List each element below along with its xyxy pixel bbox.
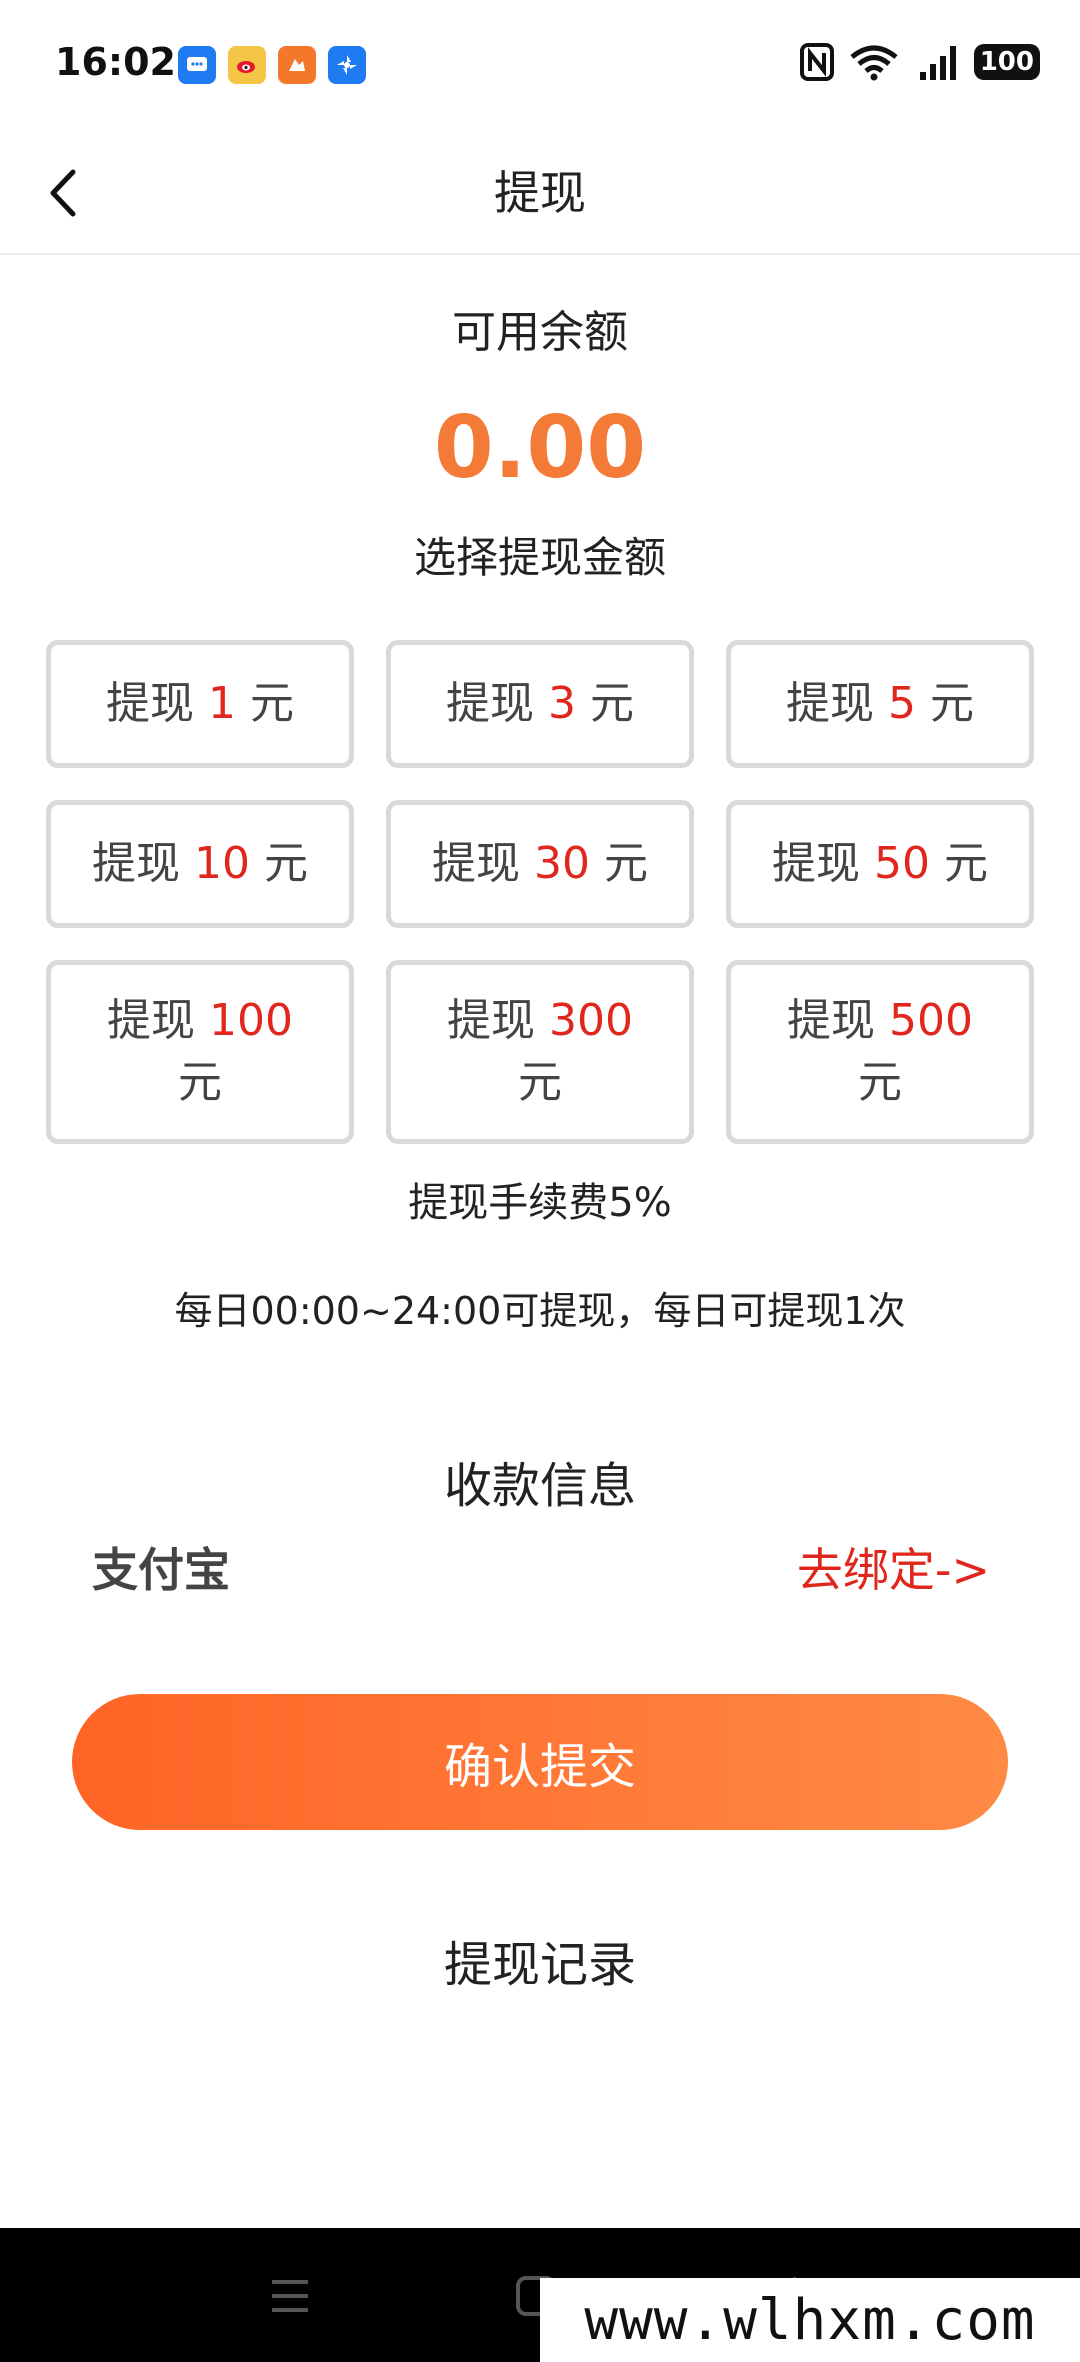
withdraw-option-5[interactable]: 提现 5 元 xyxy=(726,640,1034,768)
screen: 16:02 100 提现 可用余额 0.00 选择提现金额 提现 1 元 提现 … xyxy=(0,0,1080,2362)
withdraw-records-link[interactable]: 提现记录 xyxy=(0,1925,1080,1995)
pinwheel-app-icon xyxy=(328,46,366,84)
withdraw-option-300[interactable]: 提现 300 元 xyxy=(386,960,694,1144)
page-title: 提现 xyxy=(494,166,586,220)
withdraw-option-100[interactable]: 提现 100 元 xyxy=(46,960,354,1144)
status-app-icons xyxy=(178,46,366,84)
bind-account-link[interactable]: 去绑定-> xyxy=(797,1534,990,1600)
status-time: 16:02 xyxy=(55,40,176,84)
withdraw-option-30[interactable]: 提现 30 元 xyxy=(386,800,694,928)
withdraw-option-500[interactable]: 提现 500 元 xyxy=(726,960,1034,1144)
signal-5g-icon xyxy=(919,46,956,80)
choose-amount-label: 选择提现金额 xyxy=(413,533,666,582)
payee-info-title: 收款信息 xyxy=(443,1458,636,1514)
header: 提现 xyxy=(0,130,1080,255)
withdraw-option-10[interactable]: 提现 10 元 xyxy=(46,800,354,928)
chat-app-icon xyxy=(178,46,216,84)
weibo-icon xyxy=(228,46,266,84)
nfc-icon xyxy=(799,43,834,81)
withdraw-option-3[interactable]: 提现 3 元 xyxy=(386,640,694,768)
alipay-label: 支付宝 xyxy=(92,1543,230,1597)
withdraw-option-50[interactable]: 提现 50 元 xyxy=(726,800,1034,928)
status-bar: 16:02 100 xyxy=(0,0,1080,130)
withdraw-option-1[interactable]: 提现 1 元 xyxy=(46,640,354,768)
fee-note: 提现手续费5% xyxy=(408,1180,672,1226)
confirm-submit-button[interactable]: 确认提交 xyxy=(72,1694,1008,1830)
available-balance-label: 可用余额 xyxy=(452,307,628,358)
available-balance-value: 0.00 xyxy=(433,398,647,498)
amount-options-grid: 提现 1 元 提现 3 元 提现 5 元 提现 10 元 提现 30 元 提现 … xyxy=(46,640,1034,1144)
time-rule-note: 每日00:00~24:00可提现，每日可提现1次 xyxy=(174,1289,906,1333)
watermark-text: www.wlhxm.com xyxy=(540,2278,1080,2362)
menu-icon[interactable] xyxy=(268,2274,312,2318)
wifi-icon xyxy=(850,45,898,81)
battery-indicator: 100 xyxy=(973,44,1040,80)
game-app-icon xyxy=(278,46,316,84)
status-indicators: 100 xyxy=(799,42,1040,82)
